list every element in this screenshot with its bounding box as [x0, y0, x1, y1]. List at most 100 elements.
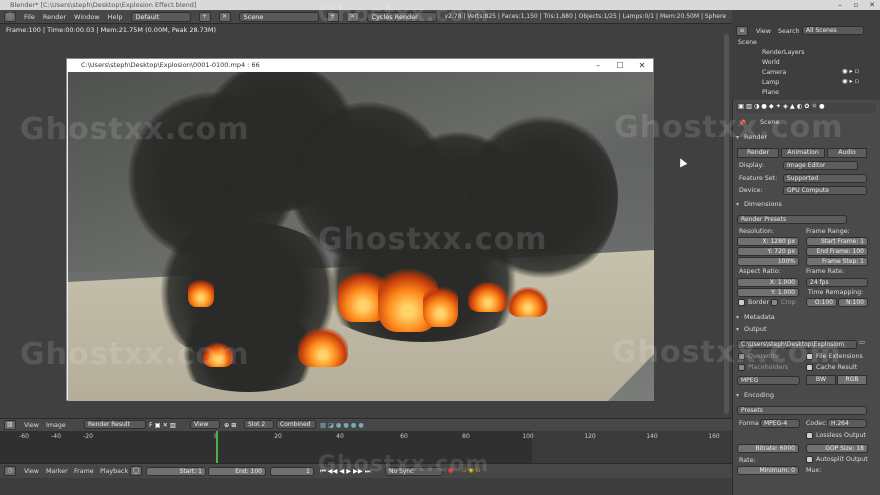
- lossless-checkbox[interactable]: [806, 432, 813, 439]
- outliner-row-camera[interactable]: Camera: [762, 68, 786, 77]
- output-section-header[interactable]: Output: [736, 324, 767, 335]
- timeline-tick: 80: [462, 433, 470, 440]
- dimensions-section-header[interactable]: Dimensions: [736, 199, 782, 210]
- outliner-row-world[interactable]: World: [762, 58, 780, 67]
- rgb-button[interactable]: RGB: [837, 375, 867, 385]
- current-frame-field[interactable]: 1: [270, 467, 314, 476]
- feature-set-label: Feature Set:: [739, 175, 778, 182]
- menu-window[interactable]: Window: [74, 13, 100, 21]
- outliner-view-menu[interactable]: View: [756, 28, 771, 35]
- timeline-view-menu[interactable]: View: [24, 468, 39, 475]
- view-mode-select[interactable]: View: [190, 420, 220, 429]
- pass-select[interactable]: Combined: [276, 420, 316, 429]
- outliner-search-menu[interactable]: Search: [778, 28, 800, 35]
- image-view-menu[interactable]: View: [24, 422, 39, 429]
- timeline-tick: -40: [51, 433, 61, 440]
- window-title: Blender* [C:\Users\steph\Desktop\Explosi…: [10, 1, 197, 9]
- gop-size-field[interactable]: GOP Size: 18: [806, 444, 868, 453]
- codec-select[interactable]: H.264: [827, 419, 867, 428]
- timeline-tick: 100: [522, 433, 534, 440]
- minimize-icon[interactable]: –: [832, 0, 848, 10]
- feature-set-select[interactable]: Supported: [783, 174, 867, 183]
- timeline-tick: 120: [584, 433, 596, 440]
- menu-file[interactable]: File: [24, 13, 35, 21]
- audio-button[interactable]: Audio: [827, 148, 867, 158]
- resolution-percent-field[interactable]: 100%: [737, 257, 799, 266]
- aspect-y-field[interactable]: Y: 1.000: [737, 288, 799, 297]
- pivot-icon[interactable]: ⊕ ⊞: [224, 422, 237, 429]
- timeline-start-field[interactable]: Start: 1: [146, 467, 206, 476]
- maximize-icon[interactable]: ▫: [848, 0, 864, 10]
- timeline-frame-menu[interactable]: Frame: [74, 468, 94, 475]
- time-remap-new-field[interactable]: N:100: [838, 298, 868, 307]
- menu-render[interactable]: Render: [43, 13, 66, 21]
- folder-icon[interactable]: ▭: [859, 339, 865, 346]
- player-maximize-icon[interactable]: ☐: [609, 59, 631, 72]
- mux-label: Mux:: [806, 467, 822, 474]
- resolution-y-field[interactable]: Y: 720 px: [737, 247, 799, 256]
- channel-display-icons[interactable]: ▦ ◪ ● ● ● ●: [320, 422, 364, 429]
- timeline-end-field[interactable]: End: 100: [208, 467, 266, 476]
- display-select[interactable]: Image Editor: [783, 161, 858, 170]
- file-format-select[interactable]: MPEG: [737, 376, 800, 385]
- image-select[interactable]: Render Result: [84, 420, 146, 429]
- render-presets-select[interactable]: Render Presets: [737, 215, 847, 224]
- aspect-x-field[interactable]: X: 1.000: [737, 278, 799, 287]
- close-icon[interactable]: ✕: [864, 0, 880, 10]
- fire-burst: [468, 282, 508, 312]
- crop-checkbox[interactable]: [771, 299, 778, 306]
- scene-select[interactable]: Scene: [238, 11, 319, 22]
- encoding-presets-select[interactable]: Presets: [737, 406, 867, 415]
- timeline-tick: -20: [83, 433, 93, 440]
- frame-rate-select[interactable]: 24 fps: [806, 278, 868, 287]
- outliner-row-lamp[interactable]: Lamp: [762, 78, 779, 87]
- remove-layout-icon[interactable]: ✕: [218, 11, 231, 22]
- fire-burst: [298, 327, 348, 367]
- autosplit-label: Autosplit Output: [816, 456, 868, 463]
- resolution-x-field[interactable]: X: 1280 px: [737, 237, 799, 246]
- time-remap-old-field[interactable]: O:100: [806, 298, 837, 307]
- timeline-marker-menu[interactable]: Marker: [46, 468, 68, 475]
- autosplit-checkbox[interactable]: [806, 456, 813, 463]
- outliner-row-renderlayers[interactable]: RenderLayers: [762, 48, 805, 57]
- editor-type-icon[interactable]: ⓘ: [4, 11, 16, 22]
- image-menu[interactable]: Image: [46, 422, 66, 429]
- preview-range-icon[interactable]: ◯: [130, 466, 142, 476]
- metadata-section-header[interactable]: Metadata: [736, 312, 775, 323]
- container-select[interactable]: MPEG-4: [760, 419, 800, 428]
- player-close-icon[interactable]: ✕: [631, 59, 653, 72]
- rate-label: Rate:: [739, 457, 756, 464]
- bitrate-field[interactable]: Bitrate: 6000: [737, 444, 799, 453]
- timeline-editor-icon[interactable]: ◷: [4, 466, 16, 476]
- minimum-rate-field[interactable]: Minimum: 0: [737, 466, 799, 475]
- frame-step-field[interactable]: Frame Step: 1: [806, 257, 868, 266]
- outliner-editor-icon[interactable]: ≡: [736, 26, 748, 36]
- layout-select[interactable]: Default: [130, 11, 191, 22]
- border-checkbox[interactable]: [738, 299, 745, 306]
- device-select[interactable]: GPU Compute: [783, 186, 867, 195]
- timeline-tick: 60: [400, 433, 408, 440]
- player-minimize-icon[interactable]: –: [587, 59, 609, 72]
- animation-button[interactable]: Animation: [781, 148, 825, 158]
- timeline-playback-menu[interactable]: Playback: [100, 468, 128, 475]
- add-layout-icon[interactable]: +: [198, 11, 211, 22]
- outliner-row-plane[interactable]: Plane: [762, 88, 779, 97]
- slot-select[interactable]: Slot 2: [244, 420, 274, 429]
- visibility-eye-icon[interactable]: ◉ ▸ ▫: [842, 68, 859, 75]
- outliner-display-select[interactable]: All Scenes: [802, 26, 864, 35]
- image-editor-type-icon[interactable]: ▧: [4, 420, 16, 430]
- end-frame-field[interactable]: End Frame: 100: [806, 247, 868, 256]
- outliner-row-scene[interactable]: Scene: [738, 38, 757, 47]
- render-button[interactable]: Render: [737, 148, 779, 158]
- render-tab-icon[interactable]: ▣ ▥ ◑ ● ◆ ✦ ◈ ▲ ◐ ✿ ☼ ●: [738, 103, 825, 110]
- timeline-playhead[interactable]: [216, 431, 218, 463]
- menu-help[interactable]: Help: [108, 13, 123, 21]
- bw-button[interactable]: BW: [806, 375, 836, 385]
- encoding-section-header[interactable]: Encoding: [736, 390, 774, 401]
- crop-label: Crop: [781, 299, 796, 306]
- image-header-icons[interactable]: F ▣ ✕ ▥: [149, 422, 176, 429]
- start-frame-field[interactable]: Start Frame: 1: [806, 237, 868, 246]
- device-label: Device:: [739, 187, 763, 194]
- visibility-eye-icon[interactable]: ◉ ▸ ▫: [842, 78, 859, 85]
- lossless-label: Lossless Output: [816, 432, 866, 439]
